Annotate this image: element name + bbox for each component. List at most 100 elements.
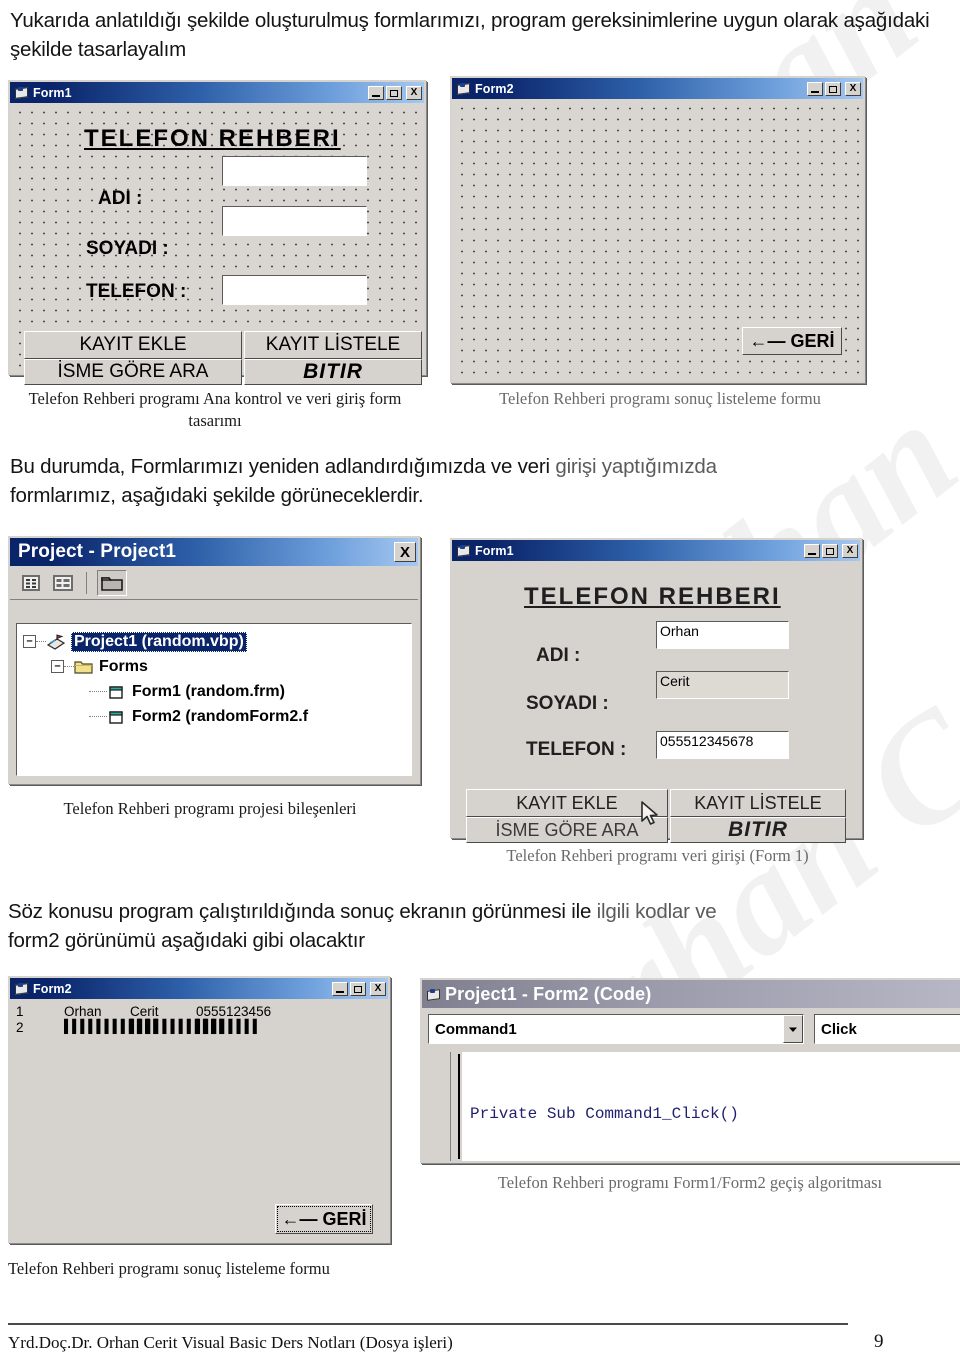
maximize-icon[interactable]: [386, 85, 402, 100]
vb-form-icon: [14, 982, 28, 995]
project-icon: [46, 633, 66, 650]
form2-design-titlebar[interactable]: Form2 X: [452, 78, 863, 99]
object-dropdown[interactable]: Command1: [428, 1014, 804, 1044]
figure6-caption: Telefon Rehberi programı sonuç listeleme…: [8, 1259, 330, 1278]
form1-soyadi-textbox[interactable]: [222, 206, 367, 236]
tree-root-label[interactable]: Project1 (random.vbp): [71, 631, 247, 652]
tree-connector: [64, 665, 74, 668]
form2-runtime-canvas[interactable]: 1 Orhan Cerit 0555123456 2 ▌▌▌▌▌▌▌▌▌▌▌▌ …: [10, 999, 388, 1241]
tree-folder-label[interactable]: Forms: [99, 658, 148, 676]
form1-runtime-titlebar[interactable]: Form1 X: [452, 540, 860, 561]
form1-telefon-textbox[interactable]: [222, 275, 367, 305]
toggle-folders-icon[interactable]: [97, 569, 127, 596]
tree-item-label[interactable]: Form1 (random.frm): [132, 683, 285, 701]
code-window-icon: [426, 988, 440, 1001]
minimize-icon[interactable]: [804, 543, 820, 558]
form1-design-canvas[interactable]: TELEFON REHBERI ADI : SOYADI : TELEFON :…: [10, 103, 424, 385]
figure3-caption: Telefon Rehberi programı projesi bileşen…: [63, 799, 357, 818]
form1-bitir-button[interactable]: BITIR: [244, 359, 422, 385]
project-explorer-window[interactable]: Project - Project1 X – Project1 (random.…: [8, 536, 420, 784]
form2-runtime-titlebar[interactable]: Form2 X: [10, 978, 388, 999]
view-code-icon[interactable]: [18, 570, 44, 595]
form2-design-title: Form2: [475, 81, 514, 96]
tree-connector: [36, 640, 46, 643]
form1-runtime-adi-textbox[interactable]: Orhan: [656, 621, 789, 649]
code-window[interactable]: Project1 - Form2 (Code) Command1 Click P…: [420, 978, 960, 1163]
form1-kayit-ekle-button[interactable]: KAYIT EKLE: [24, 331, 242, 359]
form1-runtime-heading: TELEFON REHBERI: [524, 583, 781, 610]
folder-icon: [74, 659, 94, 675]
project-glyph: [46, 633, 66, 650]
maximize-icon[interactable]: [825, 81, 841, 96]
project-tree[interactable]: – Project1 (random.vbp) – Forms Form1 (r…: [16, 623, 412, 776]
window-controls[interactable]: X: [804, 543, 858, 558]
result-soyad: Cerit: [130, 1004, 159, 1019]
result-soyad: ▌▌▌▌▌▌▌▌▌▌▌▌: [130, 1020, 228, 1035]
vb-form-icon: [14, 86, 28, 99]
form1-kayit-listele-button[interactable]: KAYIT LİSTELE: [244, 331, 422, 359]
project-explorer-titlebar[interactable]: Project - Project1 X: [10, 538, 418, 566]
window-controls[interactable]: X: [807, 81, 861, 96]
view-code-glyph: [22, 574, 40, 591]
paragraph-2-line2: formlarımız, aşağıdaki şekilde görünecek…: [10, 484, 424, 507]
form-file-glyph: [109, 685, 123, 699]
tree-item-label[interactable]: Form2 (randomForm2.f: [132, 708, 308, 726]
form2-runtime-window[interactable]: Form2 X 1 Orhan Cerit 0555123456 2 ▌▌▌▌▌…: [8, 976, 390, 1243]
paragraph-3-line2: form2 görünümü aşağıdaki gibi olacaktır: [8, 929, 365, 952]
chevron-down-icon[interactable]: [783, 1015, 803, 1043]
close-icon[interactable]: X: [842, 543, 858, 558]
code-window-titlebar[interactable]: Project1 - Form2 (Code): [422, 980, 960, 1008]
window-controls[interactable]: X: [332, 981, 386, 996]
close-icon[interactable]: X: [406, 85, 422, 100]
form2-runtime-geri-button[interactable]: ←— GERİ: [275, 1204, 373, 1234]
tree-row[interactable]: Form2 (randomForm2.f: [17, 704, 411, 729]
tree-row[interactable]: – Project1 (random.vbp): [17, 629, 411, 654]
view-object-icon[interactable]: [50, 570, 76, 595]
window-controls[interactable]: X: [394, 542, 416, 562]
vb-form-icon: [456, 544, 470, 557]
form1-runtime-isme-gore-ara-button[interactable]: İSME GÖRE ARA: [466, 817, 668, 843]
project-explorer-toolbar[interactable]: [10, 566, 418, 600]
form2-design-canvas[interactable]: ←— GERİ: [452, 99, 863, 381]
form1-adi-textbox[interactable]: [222, 156, 367, 186]
tree-row[interactable]: Form1 (random.frm): [17, 679, 411, 704]
form1-design-window[interactable]: Form1 X TELEFON REHBERI ADI : SOYADI : T…: [8, 80, 426, 385]
tree-row[interactable]: – Forms: [17, 654, 411, 679]
maximize-icon[interactable]: [822, 543, 838, 558]
form1-design-titlebar[interactable]: Form1 X: [10, 82, 424, 103]
code-editor-area[interactable]: Private Sub Command1_Click() Form1.Show …: [462, 1052, 960, 1161]
form1-runtime-bitir-button[interactable]: BITIR: [670, 817, 846, 843]
figure5-caption: Telefon Rehberi programı Form1/Form2 geç…: [497, 1173, 883, 1192]
tree-expander-icon[interactable]: –: [51, 660, 64, 673]
minimize-icon[interactable]: [807, 81, 823, 96]
project-explorer-title: Project - Project1: [18, 541, 177, 562]
window-controls[interactable]: X: [368, 85, 422, 100]
form1-runtime-telefon-label: TELEFON :: [526, 739, 627, 760]
paragraph-2-line1-plain: Bu durumda, Formlarımızı yeniden adlandı…: [10, 455, 556, 478]
result-ad: ▌▌▌▌▌▌▌▌▌▌▌▌: [64, 1020, 162, 1035]
result-tel: 0555123456: [196, 1004, 272, 1019]
form2-runtime-title: Form2: [33, 981, 72, 996]
form1-runtime-telefon-textbox[interactable]: 055512345678: [656, 731, 789, 759]
close-icon[interactable]: X: [394, 542, 416, 562]
tree-expander-icon[interactable]: –: [23, 635, 36, 648]
form1-runtime-adi-label: ADI :: [536, 645, 581, 666]
form1-runtime-kayit-listele-button[interactable]: KAYIT LİSTELE: [670, 789, 846, 817]
close-icon[interactable]: X: [370, 981, 386, 996]
minimize-icon[interactable]: [332, 981, 348, 996]
form1-runtime-soyadi-label: SOYADI :: [526, 693, 609, 714]
form1-runtime-soyadi-textbox[interactable]: Cerit: [656, 671, 789, 699]
form2-design-window[interactable]: Form2 X ←— GERİ: [450, 76, 865, 383]
procedure-dropdown[interactable]: Click: [814, 1014, 960, 1044]
close-icon[interactable]: X: [845, 81, 861, 96]
form1-isme-gore-ara-button[interactable]: İSME GÖRE ARA: [24, 359, 242, 385]
minimize-icon[interactable]: [368, 85, 384, 100]
result-index: 1: [16, 1004, 24, 1019]
form1-runtime-kayit-ekle-button[interactable]: KAYIT EKLE: [466, 789, 668, 817]
form1-runtime-window[interactable]: Form1 X TELEFON REHBERI ADI : Orhan SOYA…: [450, 538, 862, 843]
form1-runtime-canvas[interactable]: TELEFON REHBERI ADI : Orhan SOYADI : Cer…: [452, 561, 860, 843]
form2-geri-button[interactable]: ←— GERİ: [742, 327, 842, 355]
object-dropdown-value: Command1: [435, 1020, 517, 1038]
maximize-icon[interactable]: [350, 981, 366, 996]
code-window-title: Project1 - Form2 (Code): [445, 983, 652, 1004]
